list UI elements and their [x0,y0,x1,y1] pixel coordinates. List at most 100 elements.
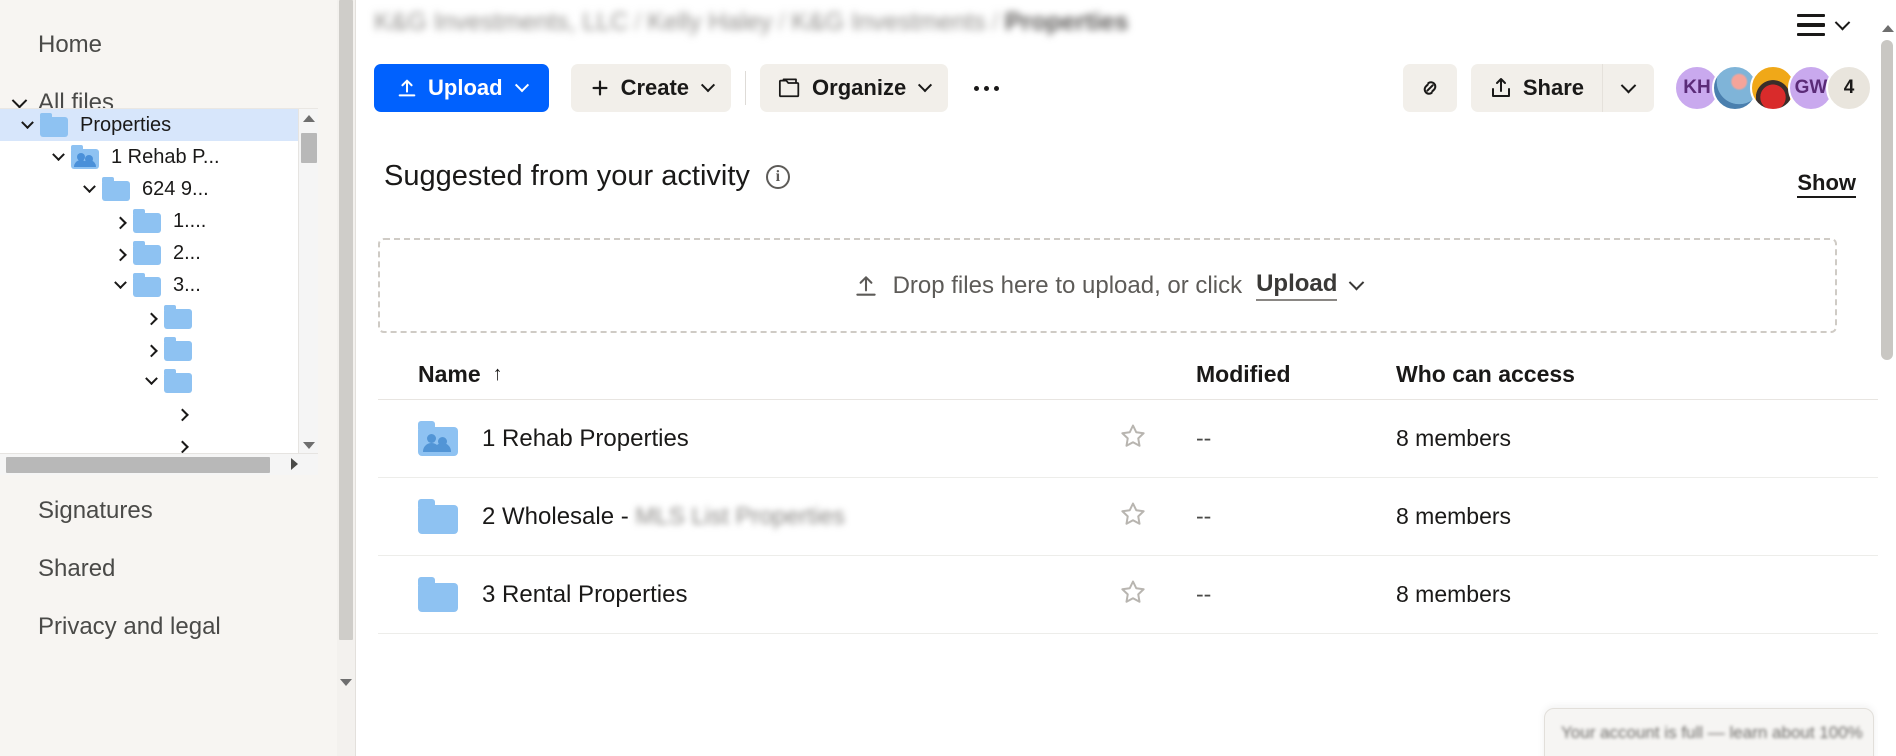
column-header-modified[interactable]: Modified [1196,361,1396,388]
sidebar-item-privacy-and-legal[interactable]: Privacy and legal [0,598,356,656]
file-name-label: 2 Wholesale - [482,502,636,530]
folder-icon [133,273,163,297]
tree-item[interactable] [0,397,318,429]
cell-name[interactable]: 1 Rehab Properties [418,420,1118,456]
cell-who-can-access[interactable]: 8 members [1396,503,1716,530]
tree-vscroll-thumb[interactable] [301,133,317,163]
tree-item[interactable] [0,365,318,397]
column-header-who-can-access[interactable]: Who can access [1396,361,1716,388]
folder-icon [418,576,460,612]
file-name-wrapper: 2 Wholesale - MLS List Properties [482,503,845,531]
tree-item[interactable]: 2... [0,237,318,269]
avatar-overflow-count[interactable]: 4 [1826,65,1872,111]
sidebar-scroll-thumb[interactable] [339,0,353,640]
dot-icon [973,85,979,91]
main-menu-button[interactable] [1797,14,1851,37]
dot-icon [983,85,989,91]
main-scrollbar[interactable] [1878,0,1896,756]
chevron-down-icon [1834,14,1851,31]
scroll-right-arrow-icon[interactable] [291,458,298,470]
scroll-up-arrow-icon[interactable] [299,109,318,127]
chevron-down-icon[interactable] [45,144,71,170]
cell-name[interactable]: 3 Rental Properties [418,576,1118,612]
sidebar-item-shared[interactable]: Shared [0,540,356,598]
sidebar-item-signatures[interactable]: Signatures [0,482,356,540]
star-outline-icon[interactable] [1118,421,1148,456]
scroll-down-arrow-icon[interactable] [299,436,318,454]
folder-icon [164,305,194,329]
cell-star [1118,577,1196,612]
tree-item[interactable]: Properties [0,109,318,141]
file-name-redacted: MLS List Properties [635,502,845,530]
overflow-count-label: 4 [1843,77,1855,98]
organize-button[interactable]: Organize [760,64,949,112]
column-header-name[interactable]: Name ↑ [418,361,1118,388]
copy-link-button[interactable] [1402,64,1457,112]
chevron-down-icon[interactable] [138,368,164,394]
star-outline-icon[interactable] [1118,577,1148,612]
avatar-initials: KH [1683,77,1711,98]
tree-item[interactable]: 3... [0,269,318,301]
sidebar-item-home[interactable]: Home [0,16,355,74]
tree-item[interactable]: 1.... [0,205,318,237]
chevron-right-icon[interactable] [169,400,195,426]
avatar-initials: GW [1794,77,1828,98]
notification-toast[interactable]: Your account is full — learn about 100% [1544,708,1874,756]
tree-hscroll-thumb[interactable] [6,457,270,473]
file-dropzone[interactable]: Drop files here to upload, or click Uplo… [378,238,1837,333]
tree-item[interactable] [0,333,318,365]
breadcrumb-segment[interactable]: K&G Investments [791,8,986,36]
suggested-section-header: Suggested from your activity i [384,160,790,193]
chevron-right-icon[interactable] [107,240,133,266]
tree-item[interactable]: 624 9... [0,173,318,205]
sort-ascending-icon: ↑ [492,363,503,385]
breadcrumb-segment[interactable]: K&G Investments, LLC [374,8,628,36]
tree-item-label: 1.... [173,209,207,232]
member-avatars: KH GW 4 [1674,65,1872,111]
organize-button-label: Organize [812,75,907,100]
tree-item-label: 2... [173,241,201,264]
sidebar-item-label: Signatures [38,497,153,524]
cell-name[interactable]: 2 Wholesale - MLS List Properties [418,498,1118,534]
share-dropdown-button[interactable] [1602,64,1654,112]
sidebar-scrollbar[interactable] [337,0,355,756]
tree-item[interactable] [0,301,318,333]
toolbar-divider [745,71,747,105]
chevron-down-icon [1620,77,1637,93]
upload-button-label: Upload [428,75,503,100]
folder-icon [164,369,194,393]
tree-horizontal-scrollbar[interactable] [0,453,318,475]
star-outline-icon[interactable] [1118,499,1148,534]
chevron-down-icon[interactable] [76,176,102,202]
info-icon[interactable]: i [765,164,790,189]
breadcrumb[interactable]: K&G Investments, LLC / Kelly Haley / K&G Inv… [374,8,1128,37]
create-button[interactable]: Create [570,64,732,112]
more-actions-button[interactable] [960,64,1012,112]
chevron-right-icon[interactable] [107,208,133,234]
main-scroll-thumb[interactable] [1881,40,1893,360]
cell-who-can-access[interactable]: 8 members [1396,581,1716,608]
suggested-show-button[interactable]: Show [1797,170,1856,198]
sidebar-item-label: Home [38,31,103,58]
chevron-down-icon[interactable] [1349,274,1365,291]
upload-arrow-icon [853,273,879,299]
scroll-down-arrow-icon[interactable] [340,679,352,704]
dropzone-upload-link[interactable]: Upload [1256,270,1338,301]
chevron-down-icon [514,78,529,93]
cell-who-can-access[interactable]: 8 members [1396,425,1716,452]
upload-button[interactable]: Upload [374,64,549,112]
tree-item[interactable]: 1 Rehab P... [0,141,318,173]
chevron-down-icon[interactable] [14,112,40,138]
scroll-up-arrow-icon[interactable] [1882,8,1894,32]
chevron-right-icon[interactable] [138,336,164,362]
file-name-wrapper: 1 Rehab Properties [482,425,689,453]
table-row[interactable]: 2 Wholesale - MLS List Properties -- 8 mem… [378,478,1878,556]
chevron-down-icon[interactable] [107,272,133,298]
table-row[interactable]: 1 Rehab Properties -- 8 members [378,400,1878,478]
cell-star [1118,421,1196,456]
chevron-right-icon[interactable] [138,304,164,330]
breadcrumb-segment[interactable]: Kelly Haley [647,8,772,36]
share-button[interactable]: Share [1470,64,1602,112]
tree-vertical-scrollbar[interactable] [298,109,318,454]
table-row[interactable]: 3 Rental Properties -- 8 members [378,556,1878,634]
